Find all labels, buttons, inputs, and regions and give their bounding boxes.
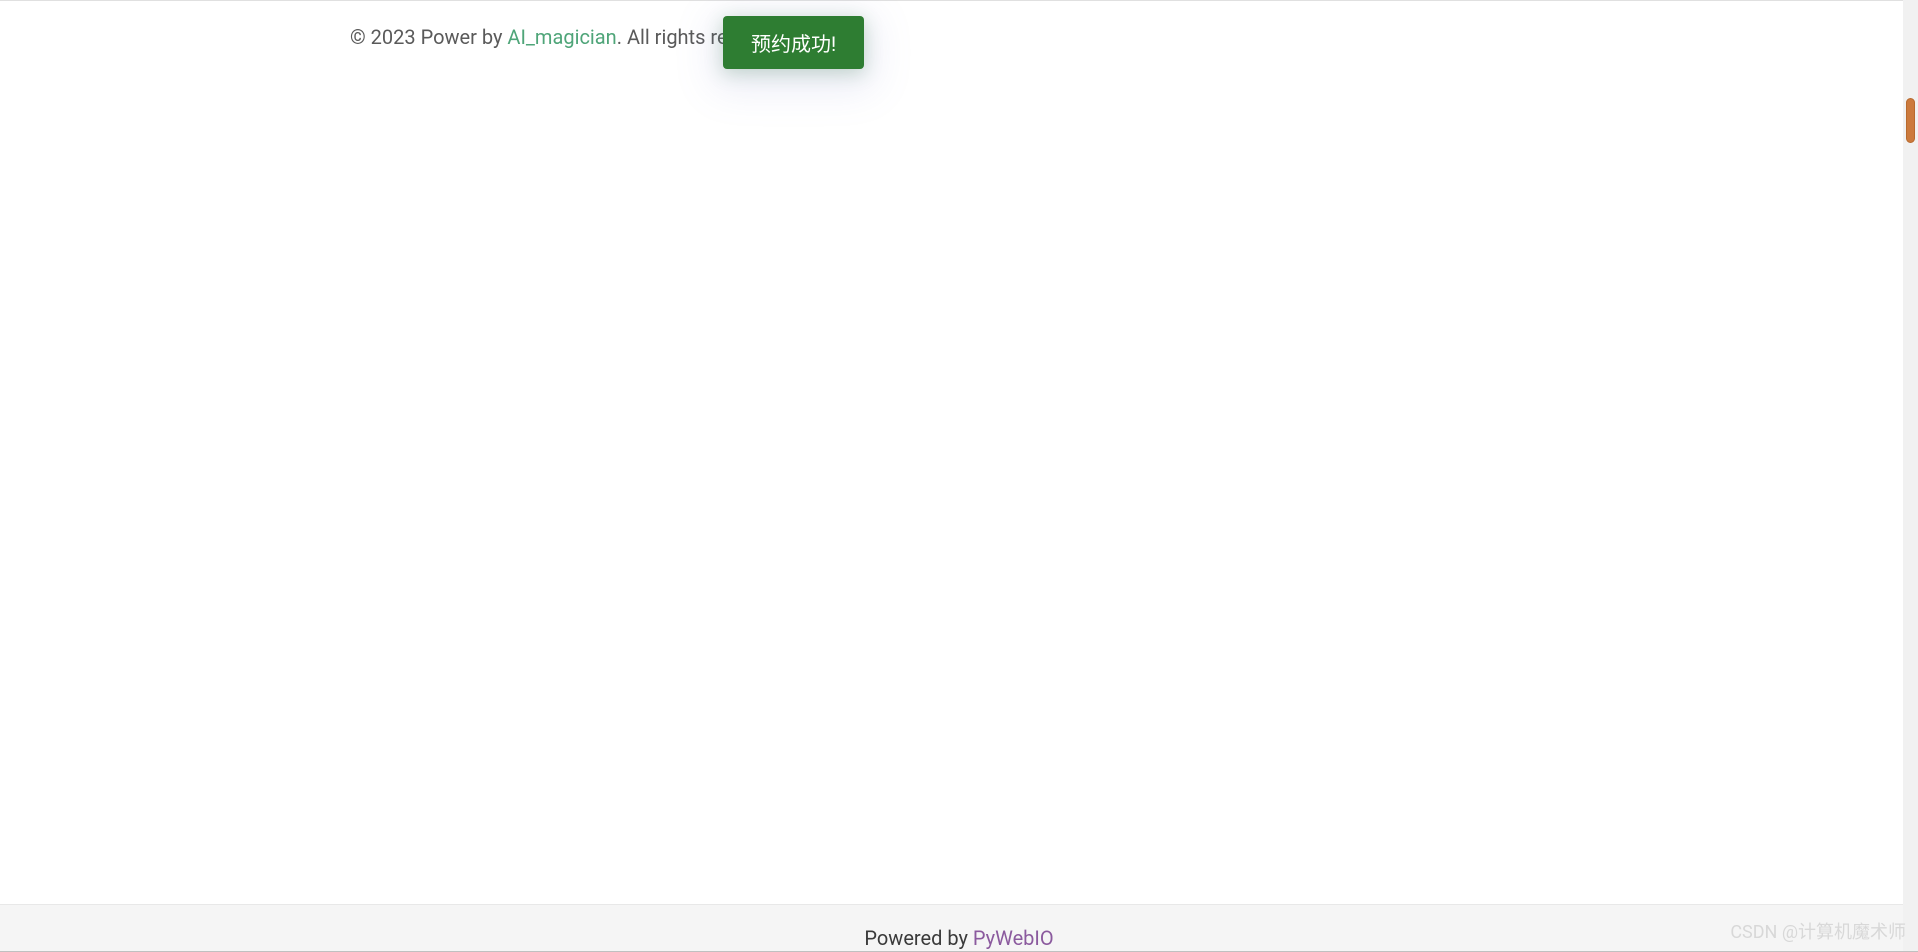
success-toast: 预约成功! <box>723 16 864 69</box>
footer: Powered by PyWebIO <box>0 904 1918 952</box>
copyright-prefix: © 2023 Power by <box>350 25 507 49</box>
pywebio-link[interactable]: PyWebIO <box>973 926 1054 950</box>
scrollbar-thumb[interactable] <box>1906 98 1915 143</box>
toast-message: 预约成功! <box>751 32 836 56</box>
footer-text: Powered by PyWebIO <box>864 926 1053 950</box>
scrollbar-track[interactable] <box>1903 0 1918 952</box>
content-area: © 2023 Power by AI_magician. All rights … <box>0 1 1918 23</box>
watermark: CSDN @计算机魔术师 <box>1730 918 1906 944</box>
footer-prefix: Powered by <box>864 926 973 950</box>
author-link[interactable]: AI_magician <box>507 25 616 49</box>
